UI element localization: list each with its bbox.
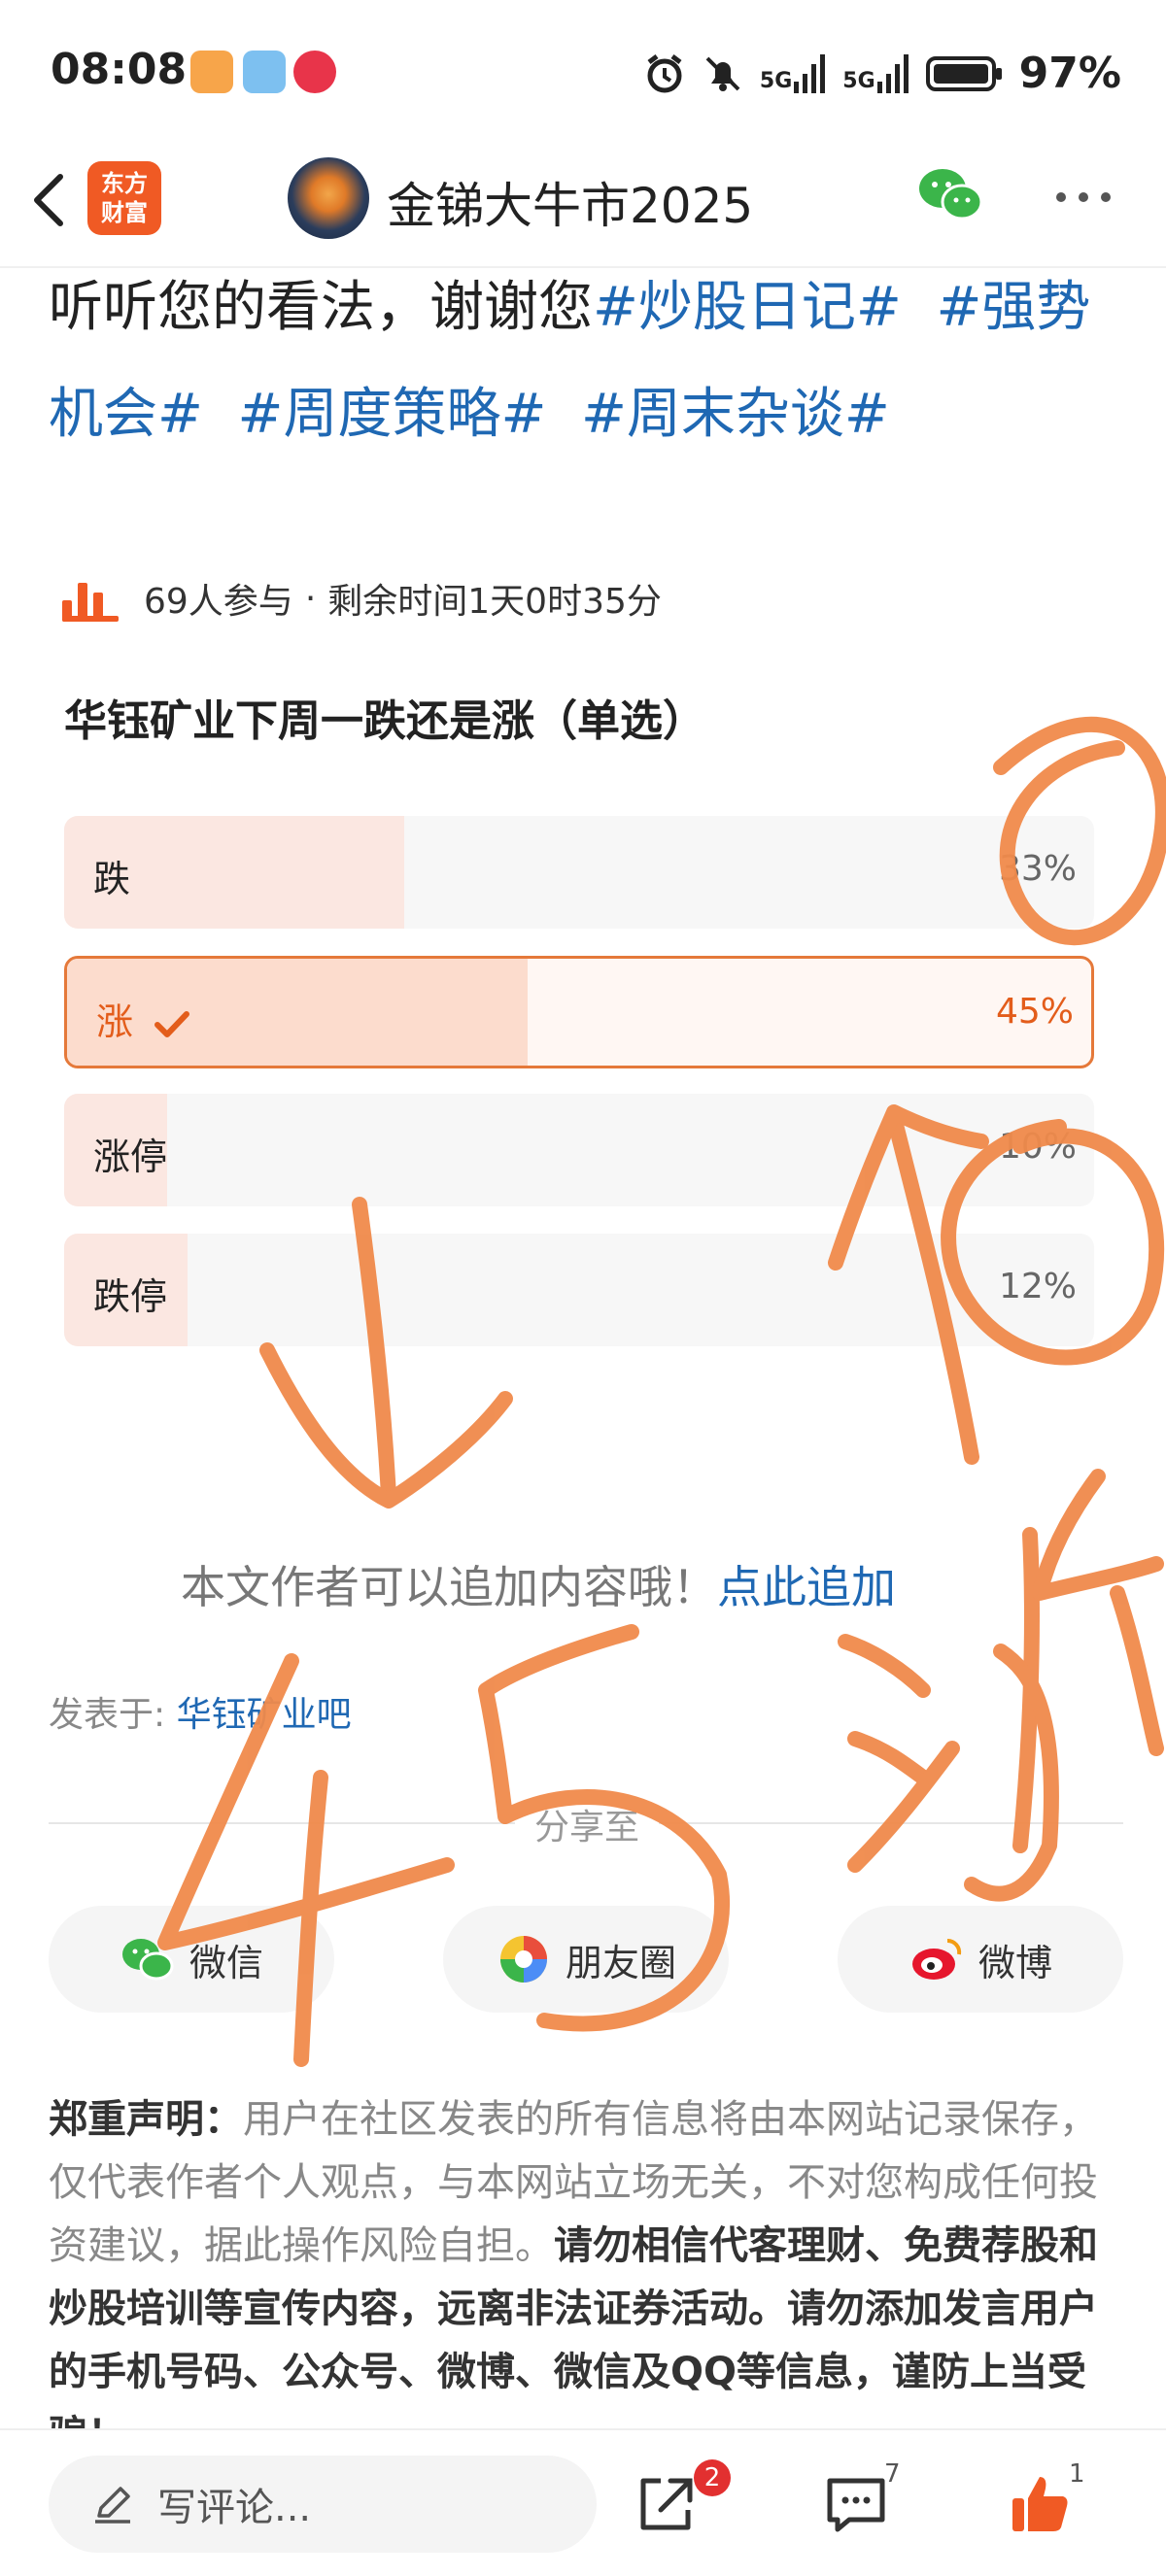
battery-icon <box>925 55 1002 91</box>
hashtag-link[interactable]: #周末杂谈# <box>581 383 890 446</box>
shield-app-icon <box>190 51 233 93</box>
comment-icon[interactable] <box>822 2471 890 2539</box>
poll-option-text: 涨 <box>96 1000 134 1043</box>
share-weibo-label: 微博 <box>977 1941 1052 1984</box>
poll-option[interactable]: 跌 33% <box>64 816 1094 929</box>
status-bar: 08:08 5G 5G 97% <box>0 0 1166 146</box>
posted-in-label: 发表于: <box>49 1695 166 1735</box>
poll-option-percent: 33% <box>998 849 1077 889</box>
wechat-icon <box>121 1939 174 1981</box>
signal-label: 5G <box>842 68 875 93</box>
share-moments-label: 朋友圈 <box>565 1941 676 1984</box>
share-icon[interactable] <box>632 2471 700 2539</box>
disclaimer: 郑重声明：用户在社区发表的所有信息将由本网站记录保存，仅代表作者个人观点，与本网… <box>49 2088 1123 2428</box>
poll-option-label: 跌 <box>93 858 131 900</box>
brand-line: 财富 <box>101 199 148 226</box>
thumbs-up-icon[interactable] <box>1007 2471 1075 2539</box>
signal-bars-icon <box>794 53 826 93</box>
like-count: 1 <box>1069 2459 1085 2489</box>
bottom-bar: 写评论... 2 7 1 <box>0 2428 1166 2576</box>
weather-app-icon <box>243 51 286 93</box>
weibo-icon <box>911 1938 962 1980</box>
pencil-icon <box>95 2487 130 2524</box>
share-badge: 2 <box>694 2459 731 2496</box>
share-label: 分享至 <box>515 1799 660 1849</box>
poll-option-percent: 12% <box>998 1267 1077 1306</box>
back-arrow-icon[interactable] <box>25 171 74 229</box>
comment-input[interactable]: 写评论... <box>49 2456 597 2553</box>
poll-option-label: 涨停 <box>93 1135 168 1178</box>
share-wechat-label: 微信 <box>189 1941 263 1984</box>
poll-meta: 69人参与 · 剩余时间1天0时35分 <box>62 573 662 624</box>
poll-option-selected[interactable]: 涨 45% <box>64 956 1094 1068</box>
comment-placeholder: 写评论... <box>157 2486 312 2530</box>
eastmoney-logo[interactable]: 东方 财富 <box>87 161 161 235</box>
poll-separator: · <box>304 578 317 619</box>
append-text: 本文作者可以追加内容哦！ <box>181 1561 717 1613</box>
poll-remaining-time: 剩余时间1天0时35分 <box>327 582 662 622</box>
poll-option-percent: 10% <box>998 1127 1077 1167</box>
moments-icon <box>499 1936 547 1983</box>
share-moments-button[interactable]: 朋友圈 <box>443 1906 729 2013</box>
brand-line: 东方 <box>101 170 148 197</box>
poll-bars-icon <box>62 575 119 622</box>
poll-question: 华钰矿业下周一跌还是涨（单选） <box>64 696 705 746</box>
wechat-icon[interactable] <box>915 165 985 223</box>
hashtag-link[interactable]: #炒股日记# <box>593 276 902 339</box>
posted-in: 发表于: 华钰矿业吧 <box>49 1686 352 1737</box>
stock-bar-link[interactable]: 华钰矿业吧 <box>177 1695 352 1735</box>
disclaimer-title: 郑重声明： <box>49 2097 243 2142</box>
group-avatar[interactable] <box>288 157 369 239</box>
signal-label: 5G <box>759 68 793 93</box>
share-wechat-button[interactable]: 微信 <box>49 1906 334 2013</box>
alarm-icon <box>647 53 682 92</box>
battery-percent: 97% <box>1018 49 1121 98</box>
status-time: 08:08 <box>51 45 188 94</box>
append-prompt: 本文作者可以追加内容哦！点此追加 <box>181 1552 896 1616</box>
more-icon[interactable] <box>1049 173 1117 221</box>
poll-option[interactable]: 涨停 10% <box>64 1094 1094 1206</box>
append-link[interactable]: 点此追加 <box>717 1561 896 1613</box>
page-title[interactable]: 金锑大牛市2025 <box>387 167 753 237</box>
article-body: 听听您的看法，谢谢您#炒股日记# #强势机会# #周度策略# #周末杂谈# <box>49 254 1127 468</box>
hashtag-link[interactable]: #周度策略# <box>238 383 547 446</box>
love-app-icon <box>293 51 336 93</box>
status-right: 5G 5G 97% <box>643 49 1121 98</box>
share-weibo-button[interactable]: 微博 <box>838 1906 1123 2013</box>
signal-bars-icon <box>876 53 909 93</box>
mute-bell-icon <box>705 56 740 91</box>
signal-5g-1: 5G <box>759 53 827 93</box>
checkmark-icon <box>154 1010 190 1037</box>
poll-option-percent: 45% <box>995 992 1074 1032</box>
article-lead: 听听您的看法，谢谢您 <box>49 276 593 339</box>
scribble-zhang <box>838 1634 931 1698</box>
poll-participants: 69人参与 <box>144 582 293 622</box>
nav-bar: 东方 财富 金锑大牛市2025 <box>0 146 1166 268</box>
signal-5g-2: 5G <box>842 53 909 93</box>
poll-option-label: 涨 <box>96 992 190 1045</box>
poll-option[interactable]: 跌停 12% <box>64 1234 1094 1346</box>
poll-option-label: 跌停 <box>93 1275 168 1318</box>
comment-count: 7 <box>884 2459 901 2489</box>
